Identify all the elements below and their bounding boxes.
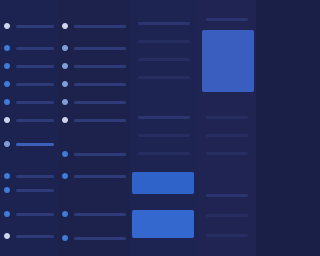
text-line (138, 22, 190, 25)
text-line (138, 152, 190, 155)
list-item[interactable] (62, 80, 126, 88)
list-item-label (74, 82, 126, 86)
sidebar-item[interactable] (4, 62, 54, 70)
folder-icon (4, 141, 10, 147)
sidebar-item-label (16, 46, 54, 50)
app-window (0, 0, 256, 256)
sidebar-item[interactable] (4, 140, 54, 148)
sidebar-item-label (16, 234, 54, 238)
text-line (206, 134, 248, 137)
sidebar-item[interactable] (4, 98, 54, 106)
list-item-label (74, 100, 126, 104)
list-item-label (74, 24, 126, 28)
list-item-label (74, 236, 126, 240)
file-icon (62, 173, 68, 179)
text-line (206, 234, 248, 237)
text-line (138, 58, 190, 61)
list-item[interactable] (62, 62, 126, 70)
list-item[interactable] (62, 172, 126, 180)
folder-icon (4, 45, 10, 51)
folder-icon (4, 99, 10, 105)
text-line (206, 194, 248, 197)
sidebar-item[interactable] (4, 116, 54, 124)
text-line (138, 76, 190, 79)
list-item[interactable] (62, 44, 126, 52)
sidebar-item-label (16, 118, 54, 122)
main-pane (130, 0, 198, 256)
list-item[interactable] (62, 210, 126, 218)
sidebar-item-label (16, 142, 54, 146)
file-icon (62, 151, 68, 157)
file-icon (62, 211, 68, 217)
file-icon (62, 45, 68, 51)
file-icon (62, 235, 68, 241)
secondary-button[interactable] (132, 210, 194, 238)
sidebar-item[interactable] (4, 210, 54, 218)
primary-button[interactable] (132, 172, 194, 194)
text-line (206, 116, 248, 119)
sidebar-item-label (16, 64, 54, 68)
file-icon (62, 81, 68, 87)
circle-icon (4, 23, 10, 29)
list-item[interactable] (62, 98, 126, 106)
text-line (138, 40, 190, 43)
list-item-label (74, 152, 126, 156)
text-line (206, 214, 248, 217)
circle-icon (4, 233, 10, 239)
sidebar-item-label (16, 188, 54, 192)
sidebar-item[interactable] (4, 80, 54, 88)
text-line (138, 134, 190, 137)
folder-icon (4, 173, 10, 179)
sidebar-item-label (16, 174, 54, 178)
circle-icon (62, 117, 68, 123)
sidebar-item[interactable] (4, 44, 54, 52)
folder-icon (4, 63, 10, 69)
sidebar-item-label (16, 24, 54, 28)
circle-icon (62, 23, 68, 29)
list-item-label (74, 212, 126, 216)
sidebar-item[interactable] (4, 22, 54, 30)
file-icon (62, 63, 68, 69)
sidebar (0, 0, 58, 256)
list-item[interactable] (62, 150, 126, 158)
text-line (206, 152, 248, 155)
sidebar-item-label (16, 212, 54, 216)
list-item-label (74, 46, 126, 50)
list-item-label (74, 64, 126, 68)
sidebar-item[interactable] (4, 232, 54, 240)
circle-icon (4, 117, 10, 123)
sidebar-item[interactable] (4, 172, 54, 180)
folder-icon (4, 211, 10, 217)
sidebar-item[interactable] (4, 186, 54, 194)
right-pane (198, 0, 256, 256)
folder-icon (4, 81, 10, 87)
sidebar-item-label (16, 82, 54, 86)
preview-panel (202, 30, 254, 92)
sidebar-item-label (16, 100, 54, 104)
text-line (206, 18, 248, 21)
list-item[interactable] (62, 116, 126, 124)
list-item-label (74, 118, 126, 122)
list-item[interactable] (62, 234, 126, 242)
folder-icon (4, 187, 10, 193)
file-list (58, 0, 130, 256)
text-line (138, 116, 190, 119)
list-item[interactable] (62, 22, 126, 30)
list-item-label (74, 174, 126, 178)
file-icon (62, 99, 68, 105)
